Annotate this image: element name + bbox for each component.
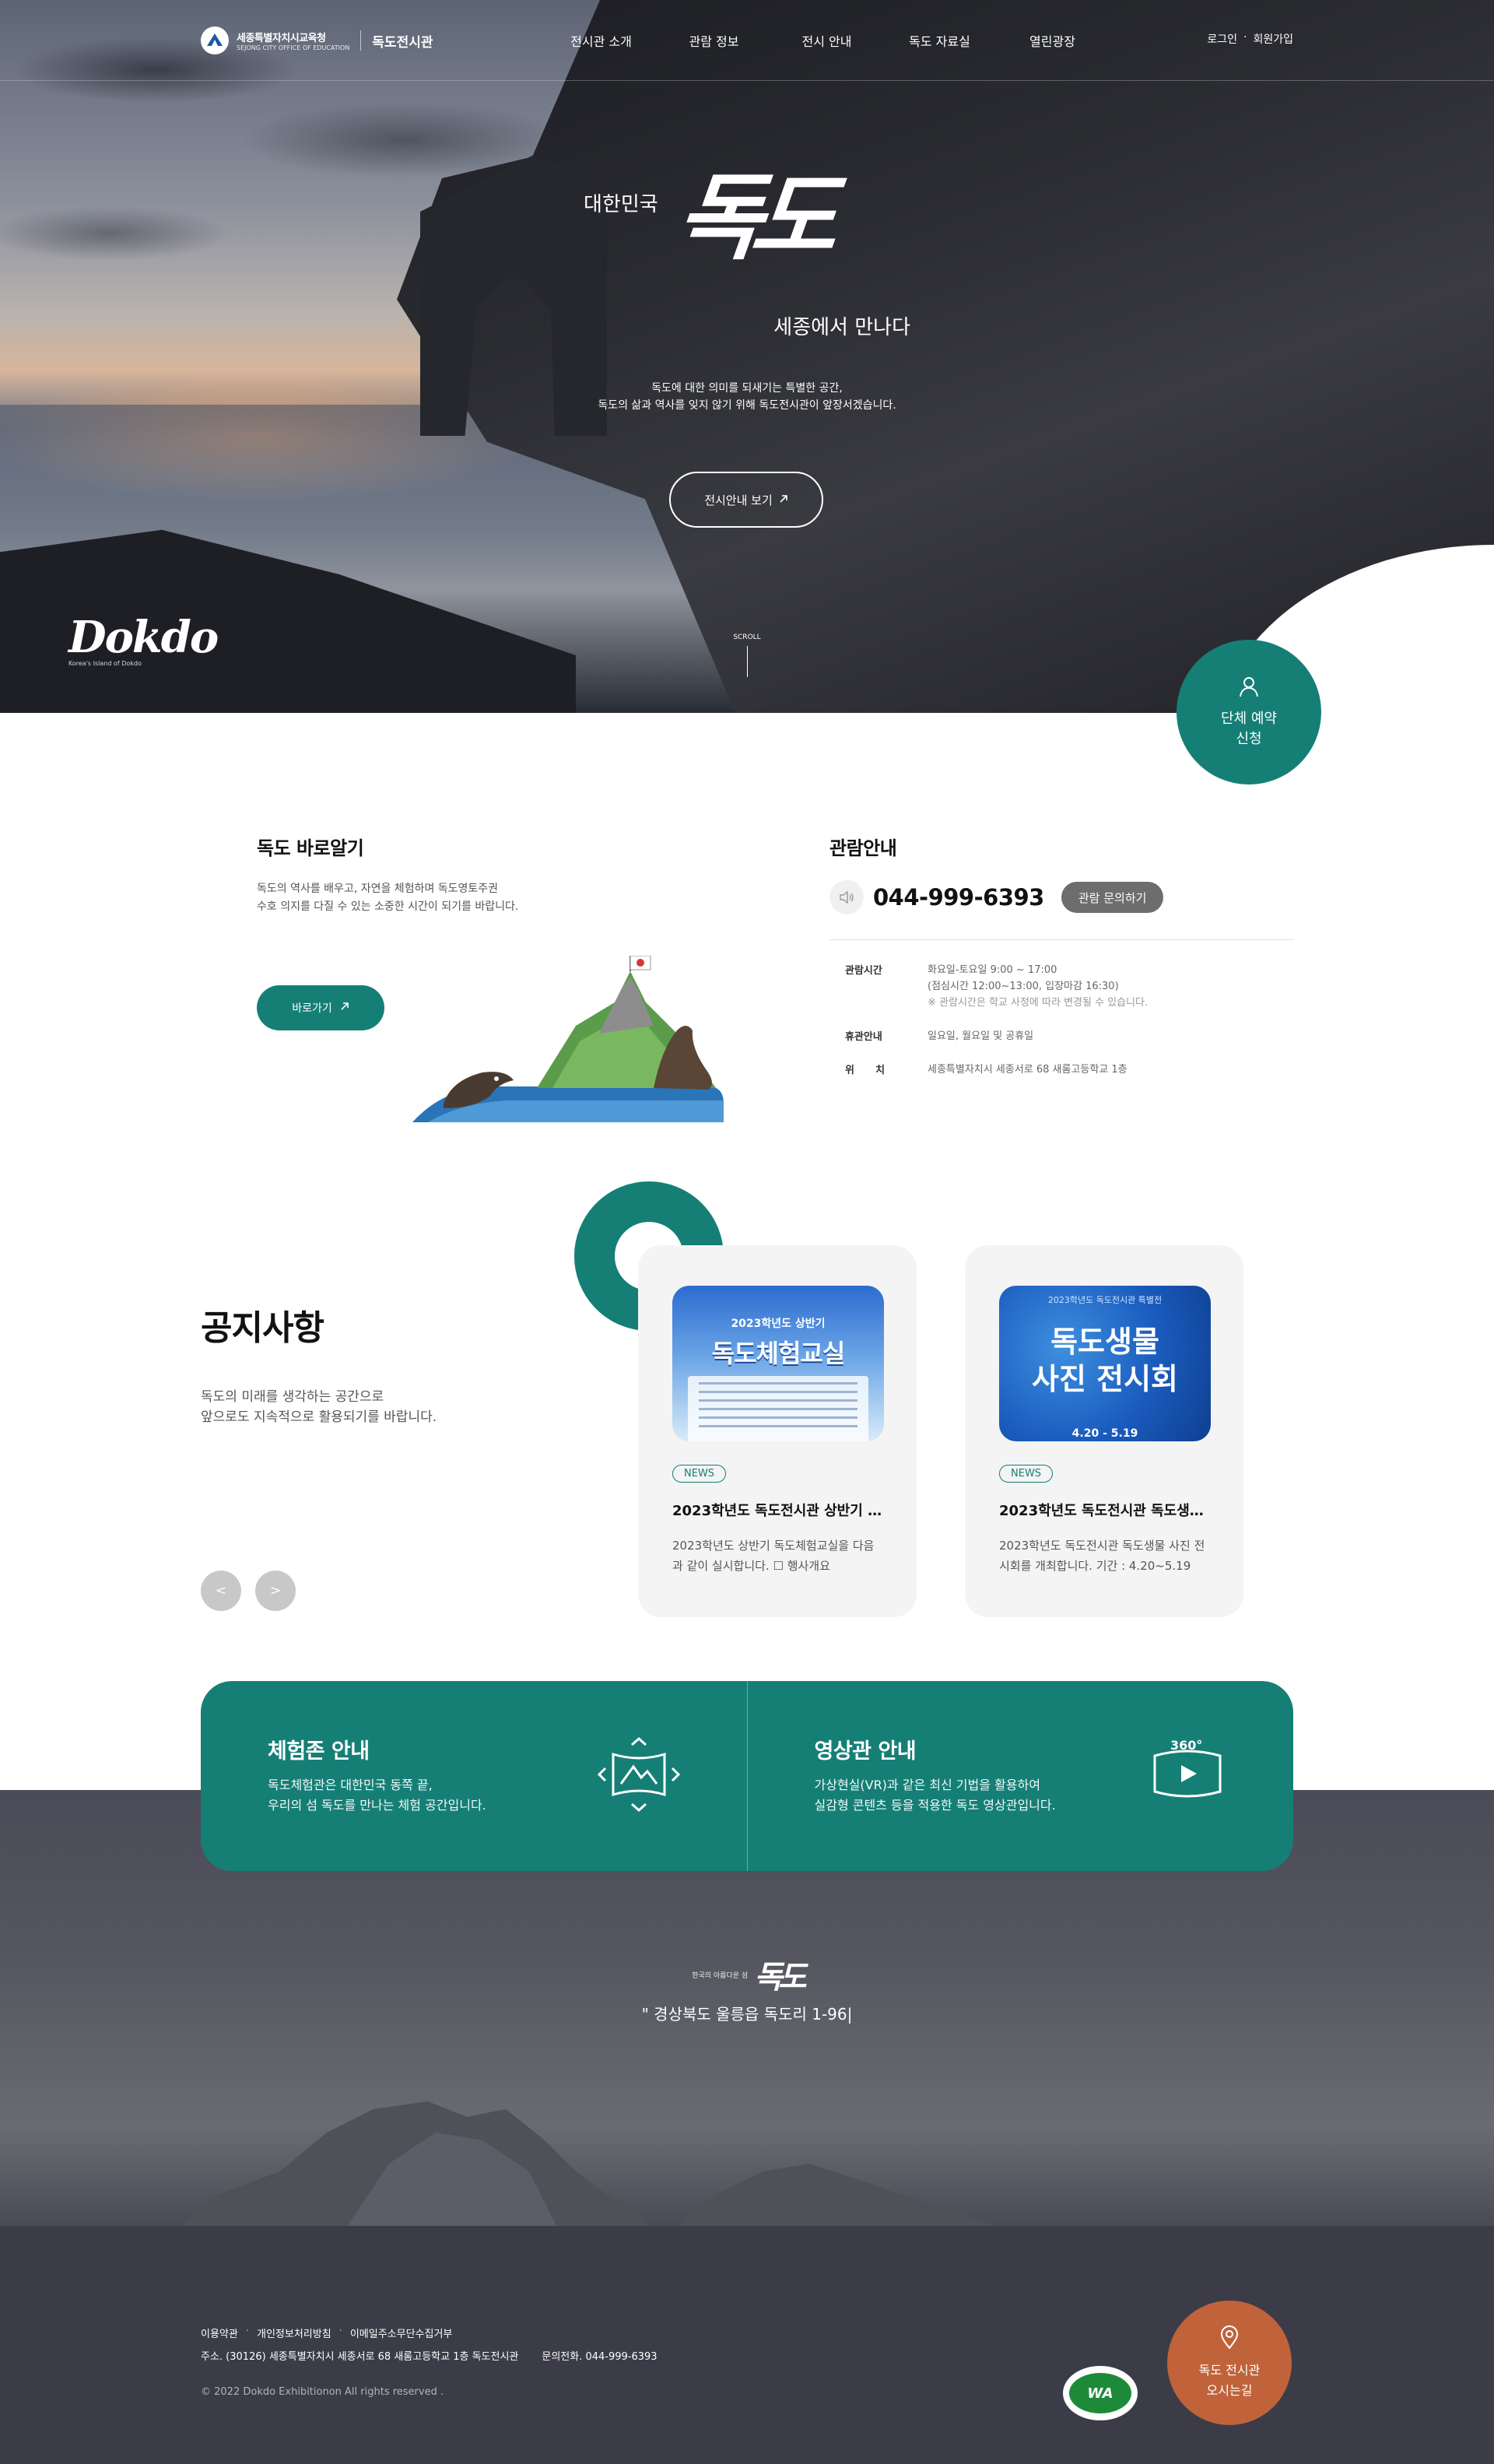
visit-inquiry-button[interactable]: 관람 문의하기	[1061, 882, 1164, 913]
notice-card-thumbnail: 2023학년도 독도전시관 특별전 독도생물 사진 전시회 4.20 - 5.1…	[999, 1286, 1211, 1441]
360-video-icon: 360°	[1149, 1736, 1226, 1806]
main-nav: 전시관 소개 관람 정보 전시 안내 독도 자료실 열린광장	[545, 31, 1109, 50]
experience-zone-link[interactable]: 체험존 안내 독도체험관은 대한민국 동쪽 끝, 우리의 섬 독도를 만나는 체…	[201, 1681, 747, 1871]
hero-sub-title: 세종에서 만나다	[773, 316, 910, 339]
hero-pre-title: 대한민국	[584, 193, 658, 216]
dokdo-wordmark: Dokdo Korea's Island of Dokdo	[68, 612, 219, 667]
know-dokdo-title: 독도 바로알기	[257, 837, 364, 859]
visit-row-closed: 휴관안내 일요일, 월요일 및 공휴일	[845, 1030, 1034, 1043]
education-emblem-icon	[201, 26, 229, 54]
exhibition-guide-label: 전시안내 보기	[704, 493, 773, 507]
speaker-icon	[829, 880, 864, 914]
notice-description: 독도의 미래를 생각하는 공간으로 앞으로도 지속적으로 활용되기를 바랍니다.	[201, 1389, 437, 1425]
notice-card-title: 2023학년도 독도전시관 상반기 독도체험교실 운영 안내	[672, 1503, 882, 1519]
visit-row-hours: 관람시간 화요일-토요일 9:00 ~ 17:00 (점심시간 12:00~13…	[845, 964, 1149, 1009]
dokdo-address-typing: " 경상북도 울릉읍 독도리 1-96|	[641, 2005, 853, 2023]
directions-line2: 오시는길	[1206, 2383, 1253, 2398]
visit-info-section: 관람안내 044-999-6393 관람 문의하기 관람시간 화요일-토요일 9…	[829, 833, 1295, 1095]
site-logo[interactable]: 세종특별자치시교육청 SEJONG CITY OFFICE OF EDUCATI…	[201, 26, 433, 54]
hero-section: 세종특별자치시교육청 SEJONG CITY OFFICE OF EDUCATI…	[0, 0, 1494, 713]
visit-info-table: 관람시간 화요일-토요일 9:00 ~ 17:00 (점심시간 12:00~13…	[829, 962, 1295, 1078]
nav-item-open-square[interactable]: 열린광장	[996, 31, 1109, 50]
notice-card-thumbnail: 2023학년도 상반기 독도체험교실	[672, 1286, 884, 1441]
map-pin-icon	[1219, 2325, 1240, 2360]
scroll-indicator[interactable]: SCROLL	[731, 634, 763, 677]
footer-link-email-refusal[interactable]: 이메일주소무단수집거부	[350, 2325, 453, 2340]
footer-links: 이용약관 · 개인정보처리방침 · 이메일주소무단수집거부	[201, 2325, 453, 2340]
vr-map-icon	[597, 1736, 680, 1816]
dokdo-wordmark-sub: Korea's Island of Dokdo	[68, 660, 142, 667]
notice-title: 공지사항	[201, 1308, 324, 1348]
scroll-label: SCROLL	[733, 634, 761, 641]
wa-mark-text: WA	[1069, 2373, 1131, 2413]
footer-address-text: 주소. (30126) 세종특별자치시 세종서로 68 새롬고등학교 1층 독도…	[201, 2351, 519, 2363]
group-reservation-line2: 신청	[1236, 731, 1262, 747]
util-menu: 로그인 · 회원가입	[1207, 31, 1293, 47]
notice-section: 공지사항 독도의 미래를 생각하는 공간으로 앞으로도 지속적으로 활용되기를 …	[201, 1300, 590, 1427]
scroll-line	[746, 646, 748, 677]
visit-info-title: 관람안내	[829, 837, 897, 859]
join-link[interactable]: 회원가입	[1253, 31, 1293, 47]
notice-next-button[interactable]: >	[255, 1571, 296, 1611]
notice-card-description: 2023학년도 독도전시관 독도생물 사진 전시회를 개최합니다. 기간 : 4…	[999, 1539, 1205, 1573]
org-eng-name: SEJONG CITY OFFICE OF EDUCATION	[237, 44, 350, 51]
site-header: 세종특별자치시교육청 SEJONG CITY OFFICE OF EDUCATI…	[0, 0, 1494, 81]
directions-button[interactable]: 독도 전시관 오시는길	[1167, 2301, 1292, 2425]
group-reservation-button[interactable]: 단체 예약 신청	[1177, 640, 1321, 784]
footer-link-terms[interactable]: 이용약관	[201, 2325, 238, 2340]
notice-card[interactable]: 2023학년도 독도전시관 특별전 독도생물 사진 전시회 4.20 - 5.1…	[965, 1245, 1243, 1617]
nav-item-intro[interactable]: 전시관 소개	[545, 31, 658, 50]
news-tag: NEWS	[672, 1465, 727, 1483]
hero-copy: 대한민국 독도 세종에서 만나다 독도에 대한 의미를 되새기는 특별한 공간,…	[0, 163, 1494, 414]
arrow-up-right-icon	[340, 1002, 349, 1014]
footer-link-privacy[interactable]: 개인정보처리방침	[257, 2325, 331, 2340]
notice-card-description: 2023학년도 상반기 독도체험교실을 다음과 같이 실시합니다. ☐ 행사개요	[672, 1539, 875, 1573]
visit-divider	[829, 939, 1295, 940]
hero-description: 독도에 대한 의미를 되새기는 특별한 공간, 독도의 삶과 역사를 잊지 않기…	[598, 382, 896, 412]
arrow-up-right-icon	[779, 493, 788, 507]
directions-line1: 독도 전시관	[1198, 2363, 1261, 2378]
hero-brush-title: 독도	[671, 163, 833, 272]
know-dokdo-button-label: 바로가기	[292, 1002, 332, 1015]
footer-address: 주소. (30126) 세종특별자치시 세종서로 68 새롬고등학교 1층 독도…	[201, 2348, 658, 2363]
know-dokdo-description: 독도의 역사를 배우고, 자연을 체험하며 독도영토주권 수호 의지를 다질 수…	[257, 883, 519, 913]
logo-divider	[360, 30, 362, 51]
footer-copyright: © 2022 Dokdo Exhibitionon All rights res…	[201, 2386, 444, 2398]
person-icon	[1237, 675, 1261, 709]
zone-guide-bar: 체험존 안내 독도체험관은 대한민국 동쪽 끝, 우리의 섬 독도를 만나는 체…	[201, 1681, 1293, 1871]
nav-item-exhibition[interactable]: 전시 안내	[770, 31, 883, 50]
notice-prev-button[interactable]: <	[201, 1571, 241, 1611]
video-hall-link[interactable]: 영상관 안내 가상현실(VR)과 같은 최신 기법을 활용하여 실감형 콘텐츠 …	[746, 1681, 1294, 1871]
nav-item-visit[interactable]: 관람 정보	[658, 31, 770, 50]
nav-item-archive[interactable]: 독도 자료실	[883, 31, 996, 50]
news-tag: NEWS	[999, 1465, 1054, 1483]
dokdo-sea-lion-illustration	[412, 956, 724, 1122]
group-reservation-line1: 단체 예약	[1221, 711, 1277, 727]
notice-card[interactable]: 2023학년도 상반기 독도체험교실 NEWS 2023학년도 독도전시관 상반…	[638, 1245, 917, 1617]
exhibition-guide-button[interactable]: 전시안내 보기	[669, 472, 823, 528]
notice-card-title: 2023학년도 독도전시관 독도생물 사진 전시회 개최	[999, 1503, 1209, 1519]
site-footer: 이용약관 · 개인정보처리방침 · 이메일주소무단수집거부 주소. (30126…	[201, 2325, 658, 2398]
util-separator: ·	[1243, 31, 1247, 44]
footer-phone: 문의전화. 044-999-6393	[542, 2351, 658, 2363]
dokdo-islands-silhouette	[171, 2101, 1074, 2234]
dokdo-wordmark-text: Dokdo	[68, 612, 219, 663]
web-accessibility-mark[interactable]: WA	[1063, 2366, 1138, 2420]
login-link[interactable]: 로그인	[1207, 31, 1237, 47]
visit-row-location: 위 치 세종특별자치시 세종서로 68 새롬고등학교 1층	[845, 1064, 1128, 1076]
visit-phone-number[interactable]: 044-999-6393	[873, 884, 1044, 911]
know-dokdo-shortcut-button[interactable]: 바로가기	[257, 985, 384, 1030]
bottom-dokdo-copy: 한국의 아름다운 섬 독도 " 경상북도 울릉읍 독도리 1-96|	[0, 1952, 1494, 2024]
thumbnail-document-graphic	[688, 1376, 868, 1441]
know-dokdo-section: 독도 바로알기 독도의 역사를 배우고, 자연을 체험하며 독도영토주권 수호 …	[257, 833, 739, 1128]
site-name: 독도전시관	[372, 34, 433, 51]
org-name: 세종특별자치시교육청	[237, 33, 326, 44]
bottom-dokdo-logo: 한국의 아름다운 섬 독도	[692, 1959, 807, 1995]
notice-slider-controls: < >	[201, 1571, 296, 1611]
